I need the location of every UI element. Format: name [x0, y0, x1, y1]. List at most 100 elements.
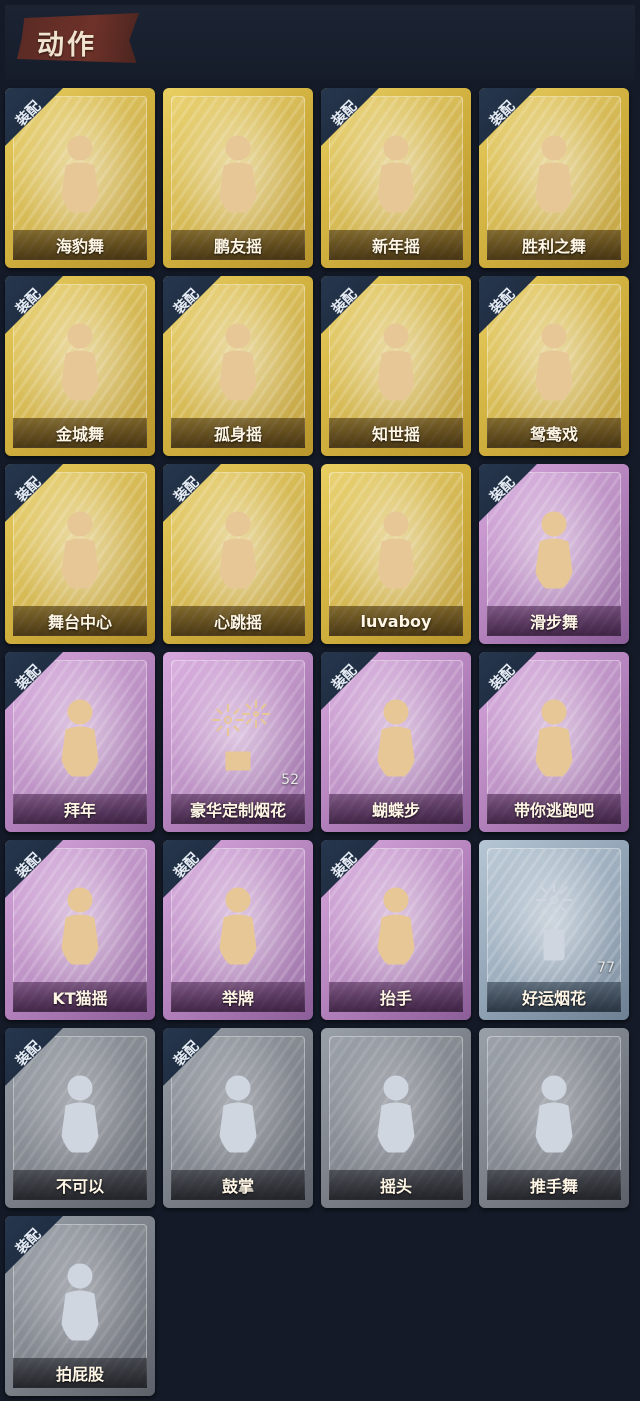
- emote-card[interactable]: 新年摇 装配: [321, 88, 471, 268]
- emote-card[interactable]: 滑步舞 装配: [479, 464, 629, 644]
- push-hands-figure-icon: [514, 1066, 594, 1156]
- card-label-bar: 知世摇: [329, 418, 463, 448]
- emote-card[interactable]: 带你逃跑吧 装配: [479, 652, 629, 832]
- emote-card[interactable]: luvaboy: [321, 464, 471, 644]
- item-count: 52: [281, 772, 299, 788]
- dance-figure-icon: [514, 314, 594, 404]
- emote-card[interactable]: 拍屁股 装配: [5, 1216, 155, 1396]
- spank-figure-icon: [40, 1254, 120, 1344]
- emote-name: 鼓掌: [221, 1177, 254, 1196]
- card-label-bar: 新年摇: [329, 230, 463, 260]
- emote-card[interactable]: 52 豪华定制烟花: [163, 652, 313, 832]
- card-label-bar: 推手舞: [487, 1170, 621, 1200]
- emote-name: 滑步舞: [529, 613, 578, 632]
- sign-figure-icon: [198, 878, 278, 968]
- emote-card[interactable]: 不可以 装配: [5, 1028, 155, 1208]
- card-label-bar: 举牌: [171, 982, 305, 1012]
- dance-figure-icon: [356, 690, 436, 780]
- card-label-bar: 抬手: [329, 982, 463, 1012]
- emote-name: 知世摇: [371, 425, 420, 444]
- emote-card[interactable]: 举牌 装配: [163, 840, 313, 1020]
- dance-figure-icon: [40, 878, 120, 968]
- emote-name: 心跳摇: [213, 613, 262, 632]
- dance-figure-icon: [514, 502, 594, 592]
- emote-name: 新年摇: [371, 237, 420, 256]
- firework-can-icon: [514, 878, 594, 968]
- emote-card[interactable]: 金城舞 装配: [5, 276, 155, 456]
- emote-name: 鹏友摇: [213, 237, 262, 256]
- emote-name: 推手舞: [529, 1177, 578, 1196]
- card-label-bar: 鹏友摇: [171, 230, 305, 260]
- card-label-bar: 鸳鸯戏: [487, 418, 621, 448]
- emote-card[interactable]: 胜利之舞 装配: [479, 88, 629, 268]
- card-label-bar: 好运烟花: [487, 982, 621, 1012]
- emote-name: 豪华定制烟花: [189, 801, 286, 820]
- item-count: 77: [597, 960, 615, 976]
- card-label-bar: 舞台中心: [13, 606, 147, 636]
- emote-card[interactable]: 推手舞: [479, 1028, 629, 1208]
- card-label-bar: 摇头: [329, 1170, 463, 1200]
- emote-card[interactable]: 蝴蝶步 装配: [321, 652, 471, 832]
- card-label-bar: 孤身摇: [171, 418, 305, 448]
- shake-head-figure-icon: [356, 1066, 436, 1156]
- dance-figure-icon: [356, 502, 436, 592]
- emote-card[interactable]: 知世摇 装配: [321, 276, 471, 456]
- dance-figure-icon: [198, 126, 278, 216]
- emote-card[interactable]: 拜年 装配: [5, 652, 155, 832]
- emote-name: KT猫摇: [52, 989, 108, 1008]
- emote-name: 好运烟花: [521, 989, 586, 1008]
- dance-figure-icon: [514, 690, 594, 780]
- bow-figure-icon: [40, 690, 120, 780]
- card-label-bar: 拍屁股: [13, 1358, 147, 1388]
- emote-name: 鸳鸯戏: [529, 425, 578, 444]
- emote-name: 不可以: [55, 1177, 104, 1196]
- emote-name: 拍屁股: [55, 1365, 104, 1384]
- raise-hand-figure-icon: [356, 878, 436, 968]
- emote-name: 蝴蝶步: [371, 801, 420, 820]
- dance-figure-icon: [356, 314, 436, 404]
- card-label-bar: 心跳摇: [171, 606, 305, 636]
- clap-hands-icon: [198, 1066, 278, 1156]
- emote-card[interactable]: 摇头: [321, 1028, 471, 1208]
- card-label-bar: 不可以: [13, 1170, 147, 1200]
- emote-name: 舞台中心: [47, 613, 112, 632]
- emote-name: 金城舞: [55, 425, 104, 444]
- emote-name: 胜利之舞: [521, 237, 586, 256]
- emote-name: 举牌: [221, 989, 254, 1008]
- emote-name: 海豹舞: [55, 237, 104, 256]
- dance-figure-icon: [40, 502, 120, 592]
- emote-card[interactable]: KT猫摇 装配: [5, 840, 155, 1020]
- header-bar: 动作: [5, 5, 635, 80]
- emote-card[interactable]: 抬手 装配: [321, 840, 471, 1020]
- emote-card[interactable]: 心跳摇 装配: [163, 464, 313, 644]
- emote-card[interactable]: 孤身摇 装配: [163, 276, 313, 456]
- emote-name: 抬手: [379, 989, 412, 1008]
- dance-figure-icon: [198, 314, 278, 404]
- emote-name: 孤身摇: [213, 425, 262, 444]
- emote-name: 摇头: [379, 1177, 412, 1196]
- emote-name: luvaboy: [360, 611, 432, 631]
- dance-figure-icon: [514, 126, 594, 216]
- finger-wag-icon: [40, 1066, 120, 1156]
- card-label-bar: 胜利之舞: [487, 230, 621, 260]
- emote-name: 带你逃跑吧: [513, 801, 594, 820]
- card-label-bar: 鼓掌: [171, 1170, 305, 1200]
- emote-card[interactable]: 鼓掌 装配: [163, 1028, 313, 1208]
- page-title: 动作: [37, 30, 97, 61]
- emote-card[interactable]: 鹏友摇: [163, 88, 313, 268]
- card-label-bar: 金城舞: [13, 418, 147, 448]
- dance-figure-icon: [198, 502, 278, 592]
- card-label-bar: 拜年: [13, 794, 147, 824]
- emote-card[interactable]: 舞台中心 装配: [5, 464, 155, 644]
- card-label-bar: 带你逃跑吧: [487, 794, 621, 824]
- emote-name: 拜年: [63, 801, 96, 820]
- card-label-bar: 滑步舞: [487, 606, 621, 636]
- emote-grid: 海豹舞 装配鹏友摇 新年摇 装配 胜利之舞 装配金城舞 装配 孤身摇 装配 知世摇 装配 鸳鸯戏 装配舞…: [5, 88, 629, 1396]
- card-label-bar: KT猫摇: [13, 982, 147, 1012]
- dance-figure-icon: [40, 126, 120, 216]
- emote-card[interactable]: 鸳鸯戏 装配: [479, 276, 629, 456]
- card-label-bar: 豪华定制烟花: [171, 794, 305, 824]
- emote-card[interactable]: 海豹舞 装配: [5, 88, 155, 268]
- firework-icon: [198, 690, 278, 780]
- emote-card[interactable]: 77 好运烟花: [479, 840, 629, 1020]
